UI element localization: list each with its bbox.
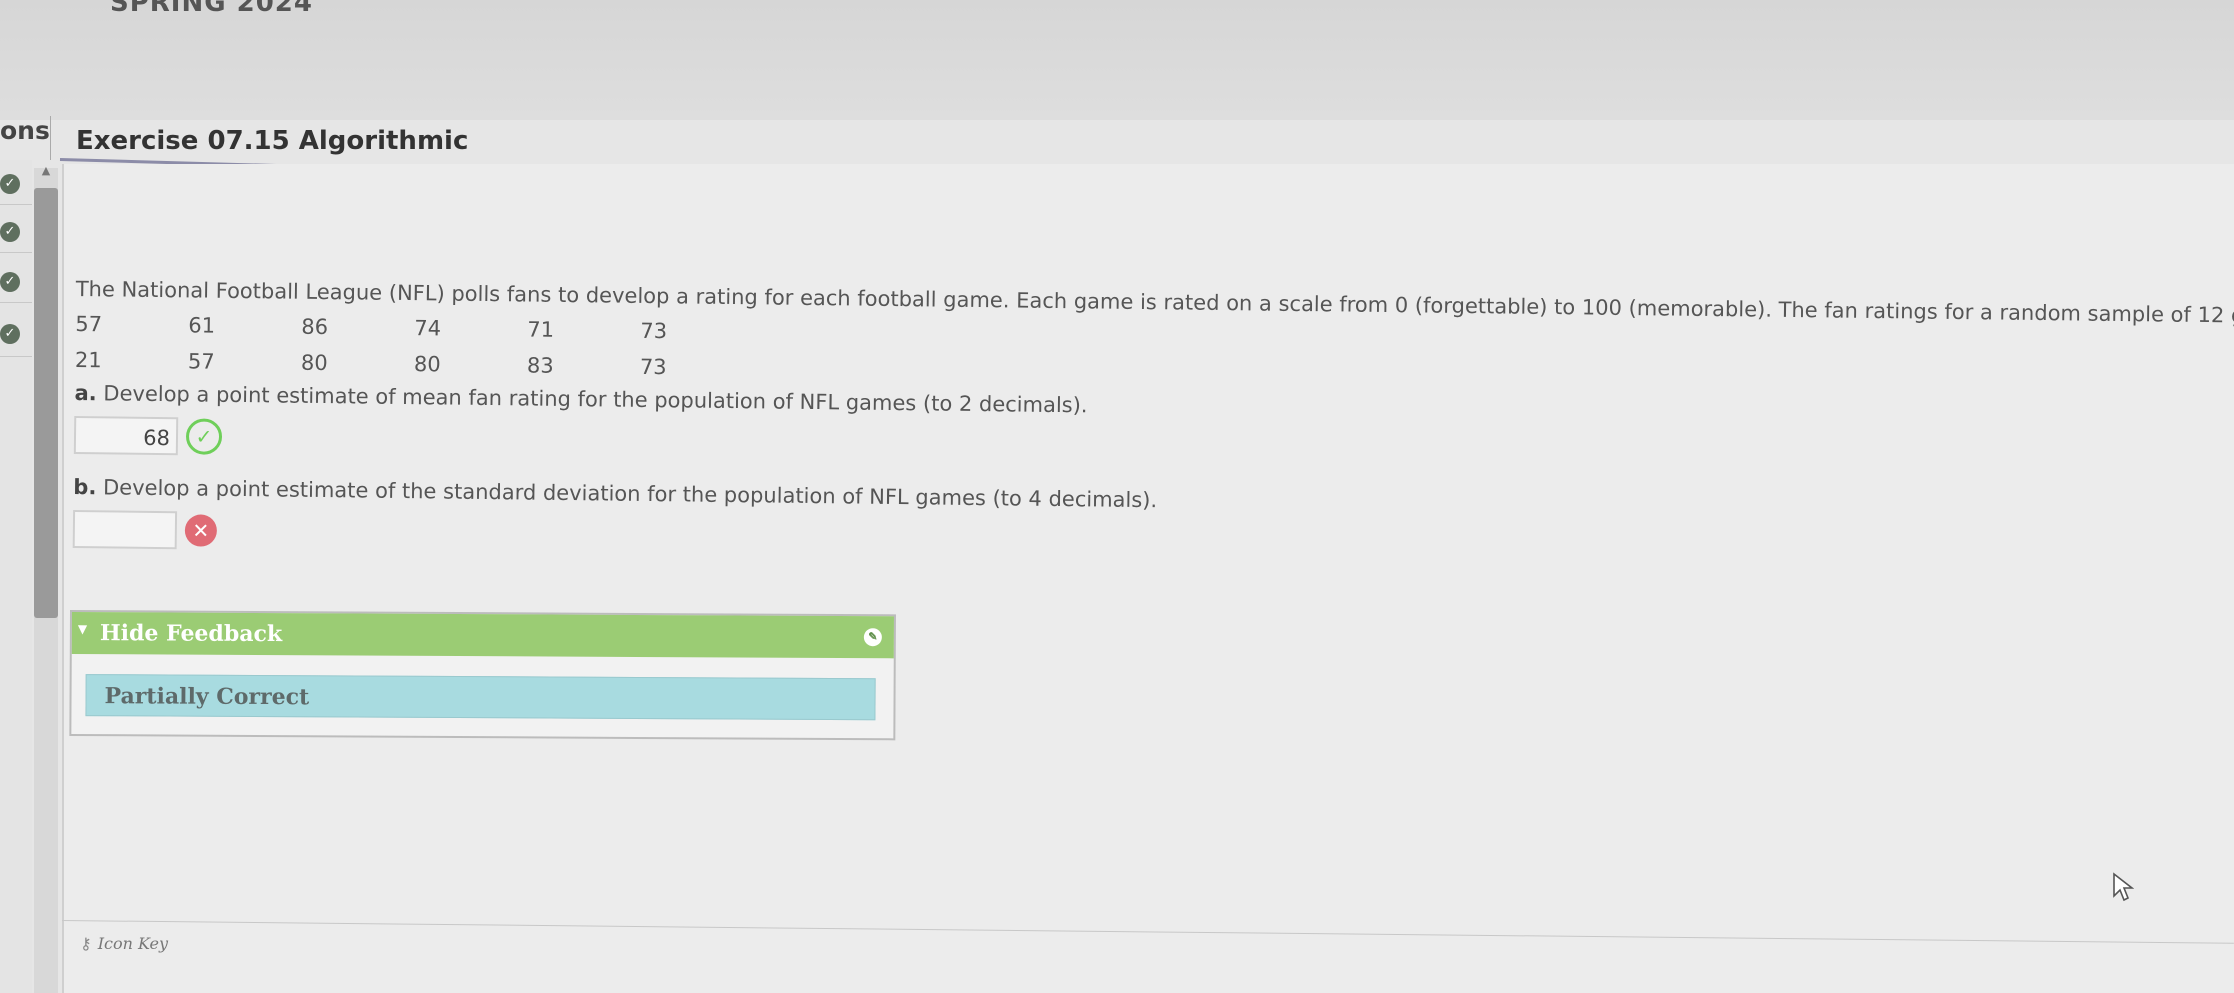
part-b-letter: b. [73,474,97,500]
nav-item-1-check-icon[interactable]: ✓ [0,174,20,194]
nav-item-4-check-icon[interactable]: ✓ [0,324,20,344]
nav-item-2-check-icon[interactable]: ✓ [0,222,20,242]
part-b-text: Develop a point estimate of the standard… [102,475,1158,513]
scroll-up-arrow-icon[interactable]: ▲ [34,164,58,184]
data-value: 86 [301,314,329,340]
key-icon: ⚷ [80,934,92,953]
questions-tab[interactable]: ons [0,116,50,145]
question-body: The National Football League (NFL) polls… [72,274,2234,592]
data-value: 57 [75,311,103,337]
data-value: 80 [413,352,441,377]
data-value: 74 [414,316,442,341]
data-value: 57 [187,349,215,374]
data-value: 71 [527,317,555,342]
icon-key-label: Icon Key [97,934,169,953]
hide-feedback-toggle[interactable]: ▼ Hide Feedback ✎ [71,612,894,659]
data-value: 80 [300,350,328,376]
correct-check-icon: ✓ [185,418,223,455]
hide-feedback-label: Hide Feedback [99,620,283,648]
part-a-answer-input[interactable]: 68 [73,415,179,456]
feedback-status-banner: Partially Correct [85,674,876,721]
nav-item-3-check-icon[interactable]: ✓ [0,272,20,292]
part-b-answer-input[interactable] [72,509,178,550]
feedback-panel: ▼ Hide Feedback ✎ Partially Correct [69,610,896,741]
data-value: 21 [74,347,102,373]
nav-separator [0,252,32,253]
data-value: 73 [640,318,668,344]
mouse-cursor-icon [2113,872,2134,902]
scrollbar-thumb[interactable] [34,188,58,618]
data-value: 61 [188,313,216,338]
incorrect-x-icon: ✕ [184,514,218,547]
question-nav-rail: ✓ ✓ ✓ ✓ [0,160,32,993]
nav-separator [0,356,32,357]
nav-separator [0,302,32,303]
collapse-triangle-icon: ▼ [77,622,88,637]
top-banner: SPRING 2024 [0,0,2234,120]
icon-key-link[interactable]: ⚷ Icon Key [80,934,168,953]
part-a-letter: a. [74,380,97,406]
exercise-title: Exercise 07.15 Algorithmic [76,126,469,156]
assignment-title: SPRING 2024 [110,0,313,18]
nav-separator [0,204,32,205]
data-value: 83 [526,353,554,378]
exercise-content: The National Football League (NFL) polls… [62,164,2234,993]
data-value: 73 [639,354,667,380]
pencil-icon[interactable]: ✎ [863,628,882,647]
tab-separator [50,116,51,160]
